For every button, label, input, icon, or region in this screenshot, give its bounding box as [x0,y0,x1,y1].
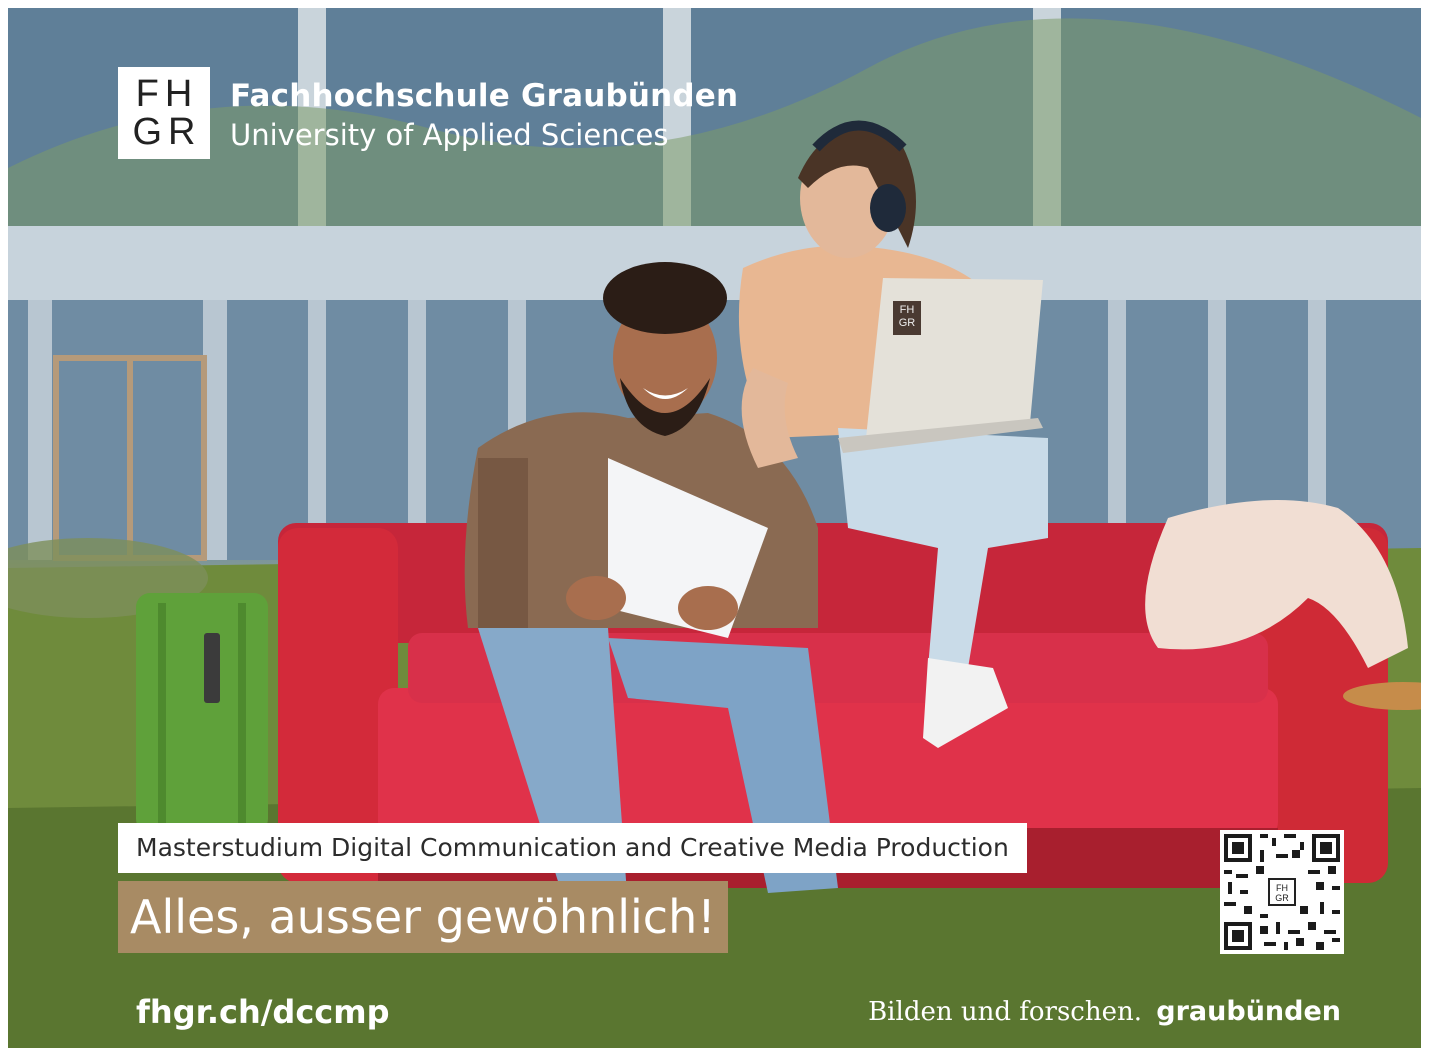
slogan-headline: Alles, ausser gewöhnlich! [118,881,728,953]
logo-mark-line2: GR [132,111,202,153]
program-label: Masterstudium Digital Communication and … [118,823,1027,873]
logo-mark-line1: FH [135,73,199,115]
qr-center-line1: FH [1276,883,1288,893]
qr-code-icon[interactable]: FH GR [1220,830,1344,954]
tagline-text: Bilden und forschen. [868,997,1143,1027]
qr-center-line2: GR [1275,893,1289,903]
institution-name: Fachhochschule Graubünden [230,78,739,114]
tagline: Bilden und forschen. graubünden [868,996,1341,1027]
website-link[interactable]: fhgr.ch/dccmp [136,993,390,1031]
graubuenden-logo-icon: graubünden [1156,996,1341,1027]
qr-center-logo-icon: FH GR [1268,878,1296,906]
institution-subtitle: University of Applied Sciences [230,118,669,152]
fhgr-logo-icon[interactable]: FH GR [118,67,210,159]
laptop-logo-line2: GR [898,317,916,329]
laptop-sticker-logo: FH GR [893,301,921,335]
suitcase [136,593,268,833]
laptop-logo-line1: FH [899,304,915,316]
advertisement: FH GR FH GR Fachhochschule Graubünden Un… [8,8,1421,1048]
